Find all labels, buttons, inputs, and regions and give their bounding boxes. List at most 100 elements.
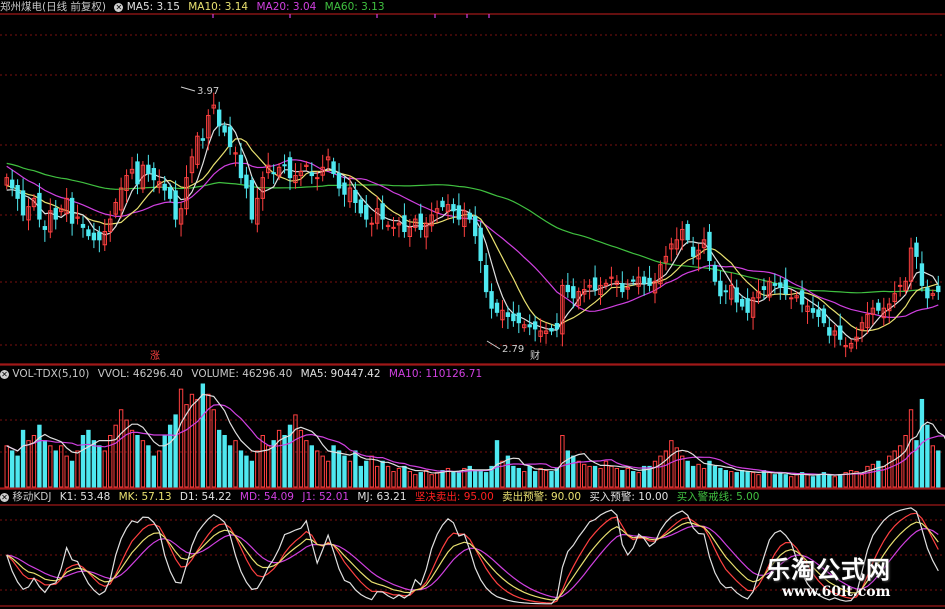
volume-bar: [718, 467, 723, 488]
candle-body: [527, 324, 532, 328]
kdj-buy-alert-label: 买入警戒线: 5.00: [676, 491, 760, 503]
candle-body: [456, 205, 462, 220]
candle-body: [473, 216, 478, 237]
volume-bar: [527, 465, 532, 488]
volume-panel-header: ✕ VOL-TDX(5,10) VVOL: 46296.40 VOLUME: 4…: [0, 367, 487, 381]
candle-body: [173, 190, 178, 220]
candle-body: [483, 265, 489, 293]
kdj-k1-label: K1: 53.48: [59, 491, 111, 503]
volume-bar: [772, 474, 778, 488]
kdj-mj-label: MJ: 63.21: [357, 491, 407, 503]
volume-bar: [97, 445, 102, 488]
volume-bar: [549, 471, 554, 488]
high-price-label: 3.97: [197, 86, 219, 97]
volume-bar: [15, 455, 20, 488]
volume-bar: [827, 474, 832, 488]
candle-body: [227, 126, 233, 148]
candle-body: [565, 284, 571, 293]
ma5-label: MA5: 3.15: [126, 1, 180, 13]
volume-bar: [227, 445, 233, 488]
volume-bar: [936, 450, 941, 488]
volume-bar: [402, 465, 407, 488]
candle-body: [53, 207, 58, 220]
volume-bar: [685, 460, 690, 488]
candle-body: [631, 279, 636, 282]
candle-body: [810, 308, 816, 313]
candle-body: [532, 321, 538, 330]
volume-bar: [876, 460, 881, 488]
volume-bar: [86, 429, 91, 488]
volume-bar: [20, 429, 26, 488]
settings-circle-icon[interactable]: ✕: [0, 492, 9, 502]
candle-body: [789, 297, 794, 300]
candle-body: [816, 309, 821, 317]
candle-body: [353, 189, 358, 204]
candle-body: [342, 182, 347, 195]
watermark-title: 乐淘公式网: [766, 556, 891, 584]
candle-body: [151, 168, 156, 181]
candle-body: [690, 246, 696, 257]
candle-body: [761, 286, 767, 291]
candle-body: [505, 312, 511, 317]
volume-bar: [761, 470, 767, 488]
volume-bar: [631, 471, 636, 488]
volume-bar: [478, 471, 483, 488]
candle-body: [91, 232, 97, 241]
kdj-d1-label: D1: 54.22: [179, 491, 232, 503]
candle-body: [772, 283, 778, 286]
candle-body: [707, 231, 712, 262]
candle-body: [571, 286, 576, 299]
candle-body: [216, 109, 222, 127]
settings-circle-icon[interactable]: ✕: [0, 369, 9, 379]
volume-bar: [69, 460, 75, 488]
volume-bar: [810, 476, 816, 488]
volume-bar: [565, 450, 571, 488]
candle-body: [712, 265, 718, 282]
kdj-panel-header: ✕ 移动KDJ K1: 53.48 MK: 57.13 D1: 54.22 MD…: [0, 490, 764, 504]
candle-body: [238, 154, 244, 179]
kdj-buy-warning-label: 买入预警: 10.00: [589, 491, 669, 503]
candle-body: [821, 308, 827, 324]
volume-bar: [925, 424, 930, 488]
volume-bar: [783, 474, 788, 488]
stock-chart: 3.97 2.79 涨 财: [0, 0, 945, 609]
candle-body: [739, 298, 745, 307]
volume-bar: [440, 470, 445, 488]
candle-body: [478, 227, 483, 262]
volume-bar: [418, 472, 423, 488]
candle-body: [914, 242, 919, 257]
volume-bar: [336, 450, 342, 488]
volume-bar: [554, 467, 560, 488]
candle-body: [358, 199, 364, 214]
volume-bar: [511, 465, 516, 488]
volume-bar: [249, 460, 255, 488]
volume-bar: [571, 455, 576, 488]
candle-body: [315, 177, 320, 180]
price-panel-header: 郑州煤电(日线 前复权) ✕ MA5: 3.15 MA10: 3.14 MA20…: [0, 0, 390, 14]
candle-body: [641, 276, 647, 284]
candle-body: [97, 231, 102, 241]
volume-bar: [816, 474, 821, 488]
candle-body: [838, 325, 843, 340]
settings-circle-icon[interactable]: ✕: [114, 2, 124, 12]
candle-body: [167, 187, 173, 199]
candle-body: [745, 298, 750, 313]
candle-body: [20, 190, 26, 216]
volume-bar: [380, 460, 385, 488]
candle-body: [69, 197, 75, 224]
candle-body: [364, 204, 369, 220]
kdj-md-label: MD: 54.09: [239, 491, 294, 503]
candle-body: [799, 290, 805, 305]
candle-body: [402, 215, 407, 233]
volume-bar: [353, 450, 358, 488]
volume-bar: [532, 471, 538, 488]
candle-body: [516, 312, 521, 324]
candle-body: [511, 313, 516, 322]
kdj-sell-decision-label: 坚决卖出: 95.00: [414, 491, 494, 503]
vol-ma10-label: MA10: 110126.71: [388, 368, 483, 380]
volume-bar: [200, 383, 206, 488]
candle-body: [647, 277, 652, 286]
volume-bar: [838, 474, 843, 488]
volume-bar: [9, 450, 15, 488]
volume-bar: [216, 429, 222, 488]
